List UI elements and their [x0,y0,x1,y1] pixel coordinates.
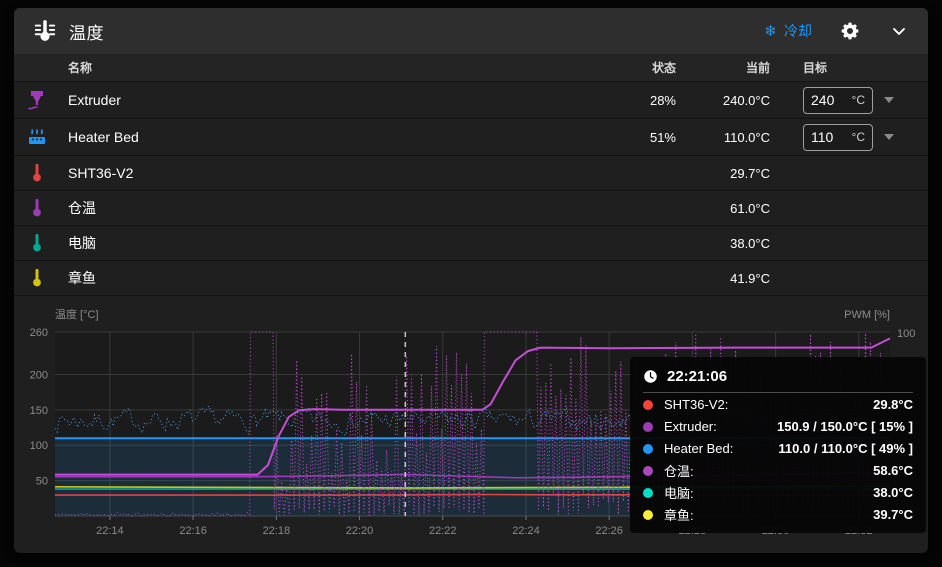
tooltip-row: Extruder:150.9 / 150.0°C [ 15% ] [643,416,913,437]
svg-text:22:26: 22:26 [595,525,623,537]
col-target: 目标 [770,59,928,76]
svg-text:100: 100 [897,328,915,340]
nozzle-icon [25,88,49,112]
table-row-extruder: Extruder 28% 240.0°C 240 °C [14,82,928,119]
table-row-zhangyu: 章鱼 41.9°C [14,261,928,296]
tooltip-row: 章鱼:39.7°C [643,504,913,525]
sensor-current: 38.0°C [676,236,770,251]
sensor-current: 29.7°C [676,166,770,181]
table-row-heater-bed: Heater Bed 51% 110.0°C 110 °C [14,119,928,156]
series-dot [643,422,653,432]
svg-text:260: 260 [30,327,48,339]
thermometer-icon [26,267,48,289]
heater-name: Heater Bed [60,129,556,145]
svg-text:200: 200 [30,369,48,381]
svg-text:22:24: 22:24 [512,525,540,537]
heater-bed-presets-dropdown-icon[interactable] [884,134,894,140]
series-dot [643,400,653,410]
svg-text:50: 50 [36,476,48,488]
table-row-sht36: SHT36-V2 29.7°C [14,156,928,191]
table-row-diannao: 电脑 38.0°C [14,226,928,261]
thermometer-icon [26,197,48,219]
thermometer-lines-icon [32,18,58,44]
svg-text:150: 150 [30,405,48,417]
svg-text:PWM [%]: PWM [%] [844,309,890,321]
tooltip-row: Heater Bed:110.0 / 110.0°C [ 49% ] [643,438,913,459]
svg-text:22:20: 22:20 [346,525,374,537]
col-status: 状态 [556,59,676,76]
collapse-button[interactable] [888,20,910,42]
svg-text:22:16: 22:16 [179,525,207,537]
radiator-icon [25,125,49,149]
target-value: 240 [811,92,834,108]
heater-current: 110.0°C [676,130,770,145]
heater-name: Extruder [60,92,556,108]
tooltip-row: 电脑:38.0°C [643,482,913,503]
table-row-cangwen: 仓温 61.0°C [14,191,928,226]
cooling-label: 冷却 [784,21,812,41]
tooltip-row: 仓温:58.6°C [643,460,913,481]
clock-icon [643,369,658,384]
sensor-name: 章鱼 [60,268,556,288]
target-unit: °C [852,93,865,107]
svg-text:22:22: 22:22 [429,525,457,537]
svg-text:温度 [°C]: 温度 [°C] [55,307,99,321]
thermometer-icon [26,162,48,184]
series-dot [643,510,653,520]
gear-icon [840,21,860,41]
sensor-current: 61.0°C [676,201,770,216]
sensor-name: 电脑 [60,233,556,253]
heater-power: 51% [556,130,676,145]
panel-toolbar: 温度 ❄ 冷却 [14,8,928,54]
sensor-current: 41.9°C [676,271,770,286]
cooling-button[interactable]: ❄ 冷却 [764,21,812,41]
svg-text:22:18: 22:18 [263,525,291,537]
panel-title: 温度 [69,19,104,44]
series-dot [643,488,653,498]
sensor-name: SHT36-V2 [60,165,556,181]
tooltip-row: SHT36-V2:29.8°C [643,394,913,415]
series-dot [643,466,653,476]
thermometer-icon [26,232,48,254]
tooltip-time: 22:21:06 [667,368,727,385]
sensor-name: 仓温 [60,198,556,218]
settings-button[interactable] [839,20,861,42]
heater-bed-target-input[interactable]: 110 °C [803,124,873,151]
chart-tooltip: 22:21:06 SHT36-V2:29.8°C Extruder:150.9 … [630,357,926,533]
col-current: 当前 [676,59,770,76]
target-unit: °C [852,130,865,144]
extruder-target-input[interactable]: 240 °C [803,87,873,114]
svg-text:22:14: 22:14 [96,525,124,537]
heater-current: 240.0°C [676,93,770,108]
extruder-presets-dropdown-icon[interactable] [884,97,894,103]
col-name: 名称 [60,59,556,76]
series-dot [643,444,653,454]
target-value: 110 [811,129,833,145]
snowflake-icon: ❄ [764,24,777,39]
svg-text:100: 100 [30,440,48,452]
chevron-down-icon [889,21,909,41]
temperature-panel: 温度 ❄ 冷却 名称 状态 当前 目标 [14,8,928,553]
heater-power: 28% [556,93,676,108]
table-header: 名称 状态 当前 目标 [14,54,928,82]
